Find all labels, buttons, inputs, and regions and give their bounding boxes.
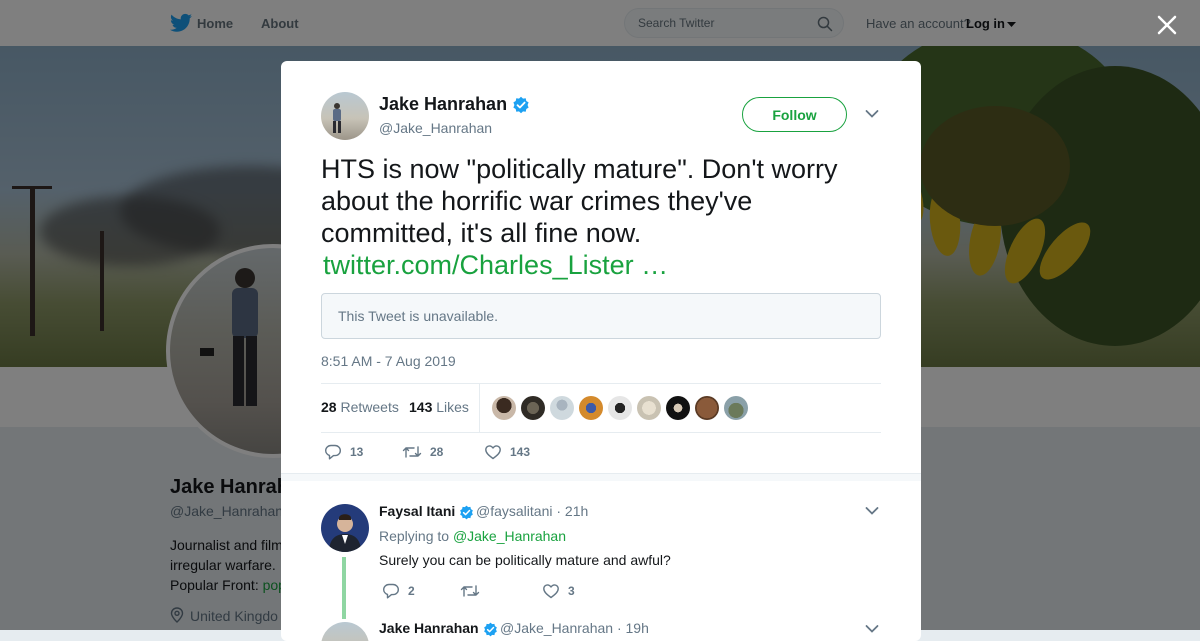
replying-prefix: Replying to [379,528,453,544]
likes-label: Likes [436,399,469,415]
liker-avatar[interactable] [492,396,516,420]
quoted-tweet-unavailable: This Tweet is unavailable. [321,293,881,339]
reply-count: 13 [350,445,364,459]
reply-handle-time[interactable]: @Jake_Hanrahan · 19h [500,620,649,636]
tweet-body: HTS is now "politically mature". Don't w… [321,154,838,248]
tweet-text: HTS is now "politically mature". Don't w… [321,153,881,281]
thread-connector-line [342,557,346,619]
reply-author-avatar[interactable] [321,504,369,552]
author-avatar[interactable] [321,92,369,140]
like-action[interactable]: 143 [484,443,530,461]
close-icon[interactable] [1156,14,1178,36]
tweet-timestamp[interactable]: 8:51 AM - 7 Aug 2019 [321,353,456,369]
liker-avatar[interactable] [695,396,719,420]
liker-avatar[interactable] [637,396,661,420]
tweet-stats: 28 Retweets 143 Likes [321,383,881,433]
retweets-stat[interactable]: 28 Retweets [321,399,399,415]
replies-separator [281,473,921,481]
follow-button[interactable]: Follow [742,97,847,132]
author-handle[interactable]: @Jake_Hanrahan [379,120,492,136]
chevron-down-icon[interactable] [865,109,879,119]
reply-icon [325,444,341,460]
author-name[interactable]: Jake Hanrahan [379,94,530,115]
liker-avatar[interactable] [666,396,690,420]
reply-author-name-text: Jake Hanrahan [379,620,479,636]
like-action[interactable]: 3 [542,582,575,600]
replying-to: Replying to @Jake_Hanrahan [379,528,566,544]
heart-icon [485,445,501,460]
quote-unavailable-text: This Tweet is unavailable. [338,308,499,324]
reply-author-name[interactable]: Faysal Itani [379,503,474,520]
tweet-modal: Jake Hanrahan @Jake_Hanrahan Follow HTS … [281,61,921,641]
retweets-count: 28 [321,399,337,415]
retweets-label: Retweets [340,399,399,415]
likes-stat[interactable]: 143 Likes [409,399,469,415]
liker-avatar[interactable] [550,396,574,420]
reply-icon [383,583,399,599]
like-count: 3 [568,584,575,598]
liker-avatar[interactable] [521,396,545,420]
retweet-action[interactable] [460,582,488,600]
retweet-icon [460,585,480,597]
reply-handle-time[interactable]: @faysalitani · 21h [476,503,588,519]
reply-action[interactable]: 2 [382,582,415,600]
likes-count: 143 [409,399,433,415]
verified-badge-icon [460,505,473,520]
reply-text: Surely you can be politically mature and… [379,552,671,568]
heart-icon [543,584,559,599]
replying-to-handle[interactable]: @Jake_Hanrahan [453,528,566,544]
person-silhouette-icon [333,103,341,133]
chevron-down-icon[interactable] [865,506,879,516]
liker-avatar[interactable] [608,396,632,420]
retweet-count: 28 [430,445,444,459]
like-count: 143 [510,445,531,459]
retweet-icon [402,446,422,458]
verified-badge-icon [483,622,497,637]
reply-action[interactable]: 13 [324,443,363,461]
reply-count: 2 [408,584,415,598]
author-name-text: Jake Hanrahan [379,94,508,114]
chevron-down-icon[interactable] [865,624,879,634]
reply-author-avatar[interactable] [321,622,369,641]
retweet-action[interactable]: 28 [402,443,443,461]
liker-avatar[interactable] [579,396,603,420]
reply-author-name-text: Faysal Itani [379,503,456,519]
stats-divider [479,384,480,432]
person-portrait-icon [329,514,361,552]
reply-author-name[interactable]: Jake Hanrahan [379,620,498,637]
liker-avatar[interactable] [724,396,748,420]
tweet-link[interactable]: twitter.com/Charles_Lister … [323,250,668,280]
verified-badge-icon [513,97,529,114]
